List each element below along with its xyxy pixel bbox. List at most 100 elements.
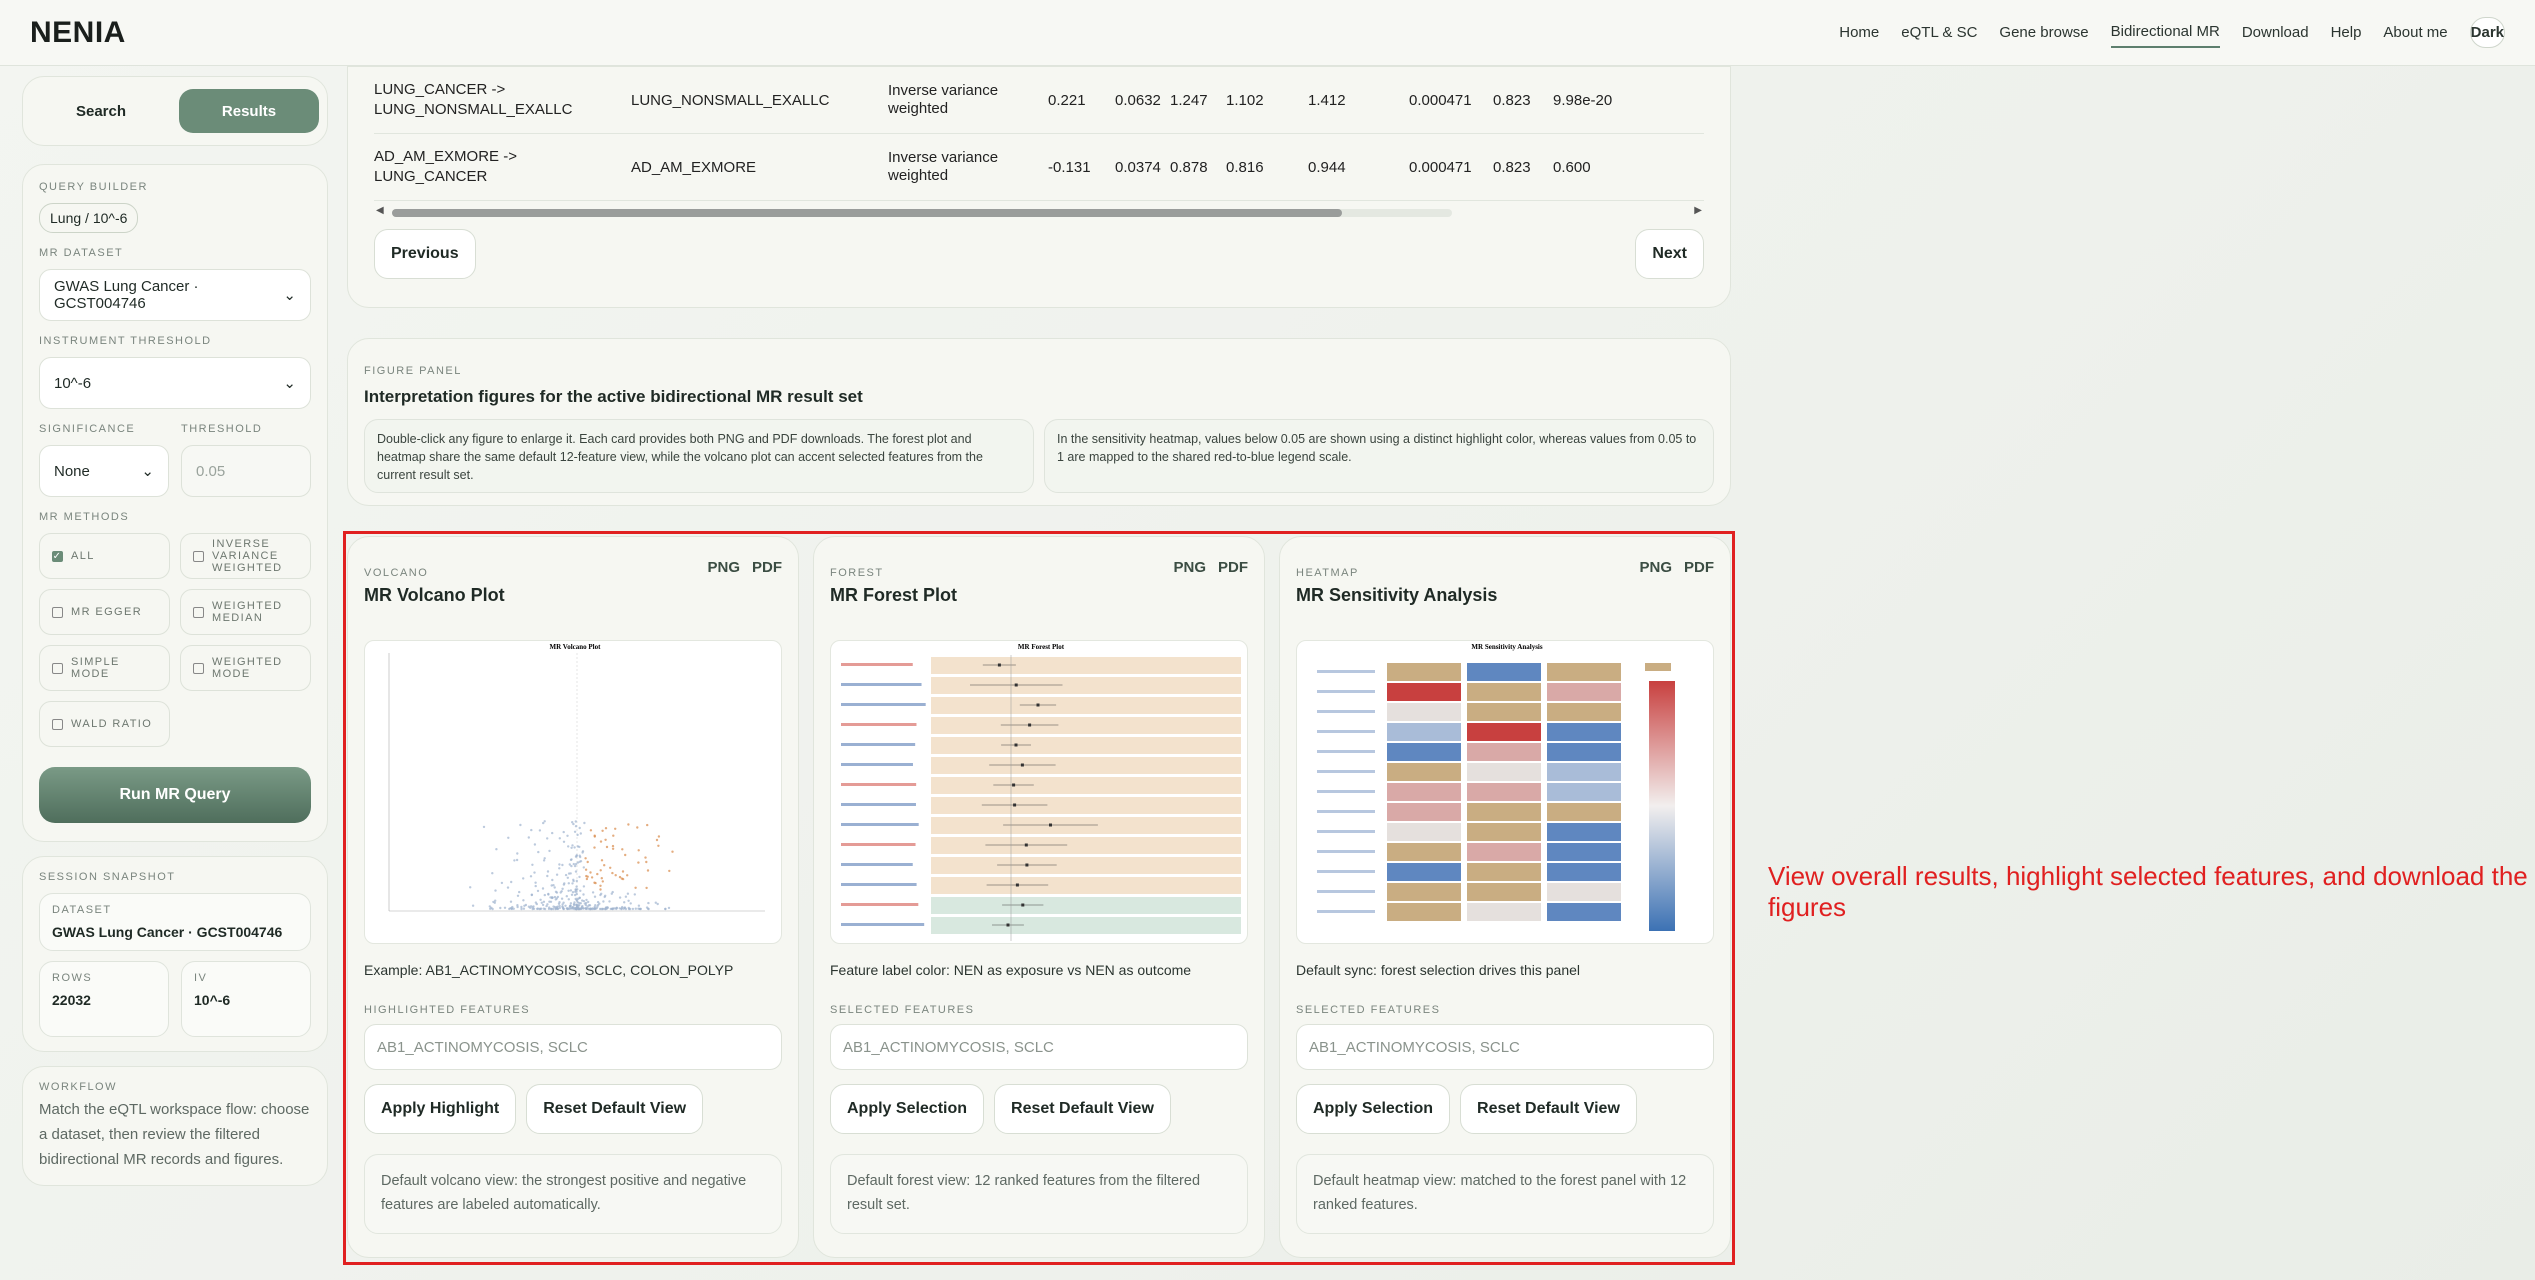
method-mr-egger[interactable]: MR EGGER [39, 589, 170, 635]
previous-button[interactable]: Previous [374, 229, 476, 279]
forest-point [1006, 923, 1010, 927]
heatmap-cell [1467, 823, 1541, 841]
volcano-panel: VOLCANO PNG PDF MR Volcano Plot MR Volcan… [347, 536, 799, 1258]
heatmap-pdf-button[interactable]: PDF [1684, 559, 1714, 579]
volcano-point [585, 898, 588, 902]
significance-select[interactable]: None ⌄ [39, 445, 169, 497]
tab-results[interactable]: Results [179, 89, 319, 133]
volcano-point [574, 888, 577, 891]
heatmap-cell [1387, 783, 1461, 801]
volcano-png-button[interactable]: PNG [707, 559, 740, 579]
checkbox-checked-icon[interactable]: ✓ [52, 550, 63, 562]
heatmap-cell [1467, 763, 1541, 781]
volcano-point [615, 907, 618, 911]
volcano-point [576, 906, 579, 909]
heatmap-reset-button[interactable]: Reset Default View [1460, 1084, 1637, 1134]
volcano-point [522, 899, 525, 902]
method-all[interactable]: ✓ ALL [39, 533, 170, 579]
method-weighted-median[interactable]: WEIGHTED MEDIAN [180, 589, 311, 635]
checkbox-icon[interactable] [52, 718, 63, 730]
forest-apply-selection-button[interactable]: Apply Selection [830, 1084, 985, 1134]
method-ivw[interactable]: INVERSE VARIANCE WEIGHTED [180, 533, 311, 579]
volcano-point [605, 845, 609, 849]
dataset-select[interactable]: GWAS Lung Cancer · GCST004746 ⌄ [39, 269, 311, 321]
checkbox-icon[interactable] [193, 550, 204, 562]
volcano-point [558, 867, 561, 870]
heatmap-png-button[interactable]: PNG [1639, 559, 1672, 579]
logo[interactable]: NENIA [30, 16, 126, 50]
query-chip[interactable]: Lung / 10^-6 [39, 203, 139, 233]
chevron-down-icon: ⌄ [283, 375, 296, 392]
scroll-thumb[interactable] [392, 209, 1342, 217]
nav-download[interactable]: Download [2242, 18, 2309, 47]
nav-home[interactable]: Home [1839, 18, 1879, 47]
checkbox-icon[interactable] [193, 606, 204, 618]
heatmap-plot-image[interactable]: MR Sensitivity Analysis [1296, 640, 1714, 944]
nav-gene-browse[interactable]: Gene browse [1999, 18, 2088, 47]
tab-search[interactable]: Search [31, 89, 171, 133]
volcano-point [560, 897, 564, 900]
volcano-point [576, 901, 580, 904]
nav-help[interactable]: Help [2331, 18, 2362, 47]
heatmap-apply-selection-button[interactable]: Apply Selection [1296, 1084, 1451, 1134]
forest-plot-image[interactable]: MR Forest Plot [830, 640, 1248, 944]
volcano-point [531, 863, 534, 866]
volcano-point [579, 902, 582, 905]
workflow-label: WORKFLOW [39, 1081, 117, 1093]
volcano-point [594, 881, 597, 885]
figure-note-heatmap: In the sensitivity heatmap, values below… [1044, 419, 1714, 493]
heatmap-panel: HEATMAP PNG PDF MR Sensitivity Analysis M… [1279, 536, 1731, 1258]
heatmap-cell [1547, 843, 1621, 861]
cell-ci-low: 0.816 [1226, 158, 1264, 176]
heatmap-cell [1387, 883, 1461, 901]
heatmap-cell [1467, 743, 1541, 761]
table-row[interactable]: LUNG_CANCER -> LUNG_NONSMALL_EXALLC LUNG… [374, 67, 1704, 134]
table-row[interactable]: AD_AM_EXMORE -> LUNG_CANCER AD_AM_EXMORE… [374, 134, 1704, 201]
heatmap-cell [1387, 663, 1461, 681]
volcano-point [645, 906, 649, 909]
sidebar: Search Results QUERY BUILDER Lung / 10^-… [22, 76, 328, 1186]
forest-reset-button[interactable]: Reset Default View [994, 1084, 1171, 1134]
threshold-select[interactable]: 10^-6 ⌄ [39, 357, 311, 409]
scroll-left-icon[interactable]: ◀ [376, 205, 384, 216]
forest-png-button[interactable]: PNG [1173, 559, 1206, 579]
forest-label-bar [841, 843, 916, 846]
forest-pdf-button[interactable]: PDF [1218, 559, 1248, 579]
forest-row-band [931, 697, 1241, 714]
horizontal-scrollbar[interactable]: ◀ ▶ [374, 203, 1704, 221]
scroll-right-icon[interactable]: ▶ [1694, 205, 1702, 216]
checkbox-icon[interactable] [52, 662, 63, 674]
checkbox-icon[interactable] [52, 606, 63, 618]
volcano-point [618, 896, 622, 899]
volcano-highlight-input[interactable]: AB1_ACTINOMYCOSIS, SCLC [364, 1024, 782, 1070]
p-threshold-input[interactable]: 0.05 [181, 445, 311, 497]
volcano-plot-image[interactable]: MR Volcano Plot [364, 640, 782, 944]
volcano-point [636, 826, 639, 829]
volcano-point [582, 866, 585, 869]
volcano-reset-button[interactable]: Reset Default View [526, 1084, 704, 1134]
checkbox-icon[interactable] [193, 662, 204, 674]
heatmap-selection-input[interactable]: AB1_ACTINOMYCOSIS, SCLC [1296, 1024, 1714, 1070]
apply-highlight-button[interactable]: Apply Highlight [364, 1084, 517, 1134]
theme-toggle-button[interactable]: Dark [2469, 17, 2505, 48]
volcano-pdf-button[interactable]: PDF [752, 559, 782, 579]
query-builder: QUERY BUILDER Lung / 10^-6 MR DATASET GW… [22, 164, 328, 842]
heatmap-cell [1467, 723, 1541, 741]
next-button[interactable]: Next [1635, 229, 1704, 279]
workflow-card: WORKFLOW Match the eQTL workspace flow: … [22, 1066, 328, 1186]
method-wald-ratio[interactable]: WALD RATIO [39, 701, 170, 747]
volcano-point [503, 906, 507, 909]
figure-panel-label: FIGURE PANEL [364, 365, 462, 377]
volcano-point [618, 875, 622, 879]
volcano-point [538, 829, 542, 832]
run-mr-query-button[interactable]: Run MR Query [39, 767, 311, 823]
volcano-point [646, 869, 650, 872]
nav-about-me[interactable]: About me [2383, 18, 2447, 47]
volcano-point [631, 907, 635, 911]
forest-selection-input[interactable]: AB1_ACTINOMYCOSIS, SCLC [830, 1024, 1248, 1070]
nav-eqtl-sc[interactable]: eQTL & SC [1901, 18, 1977, 47]
method-weighted-mode[interactable]: WEIGHTED MODE [180, 645, 311, 691]
nav-bidirectional-mr[interactable]: Bidirectional MR [2110, 17, 2220, 48]
heatmap-cell [1387, 823, 1461, 841]
method-simple-mode[interactable]: SIMPLE MODE [39, 645, 170, 691]
